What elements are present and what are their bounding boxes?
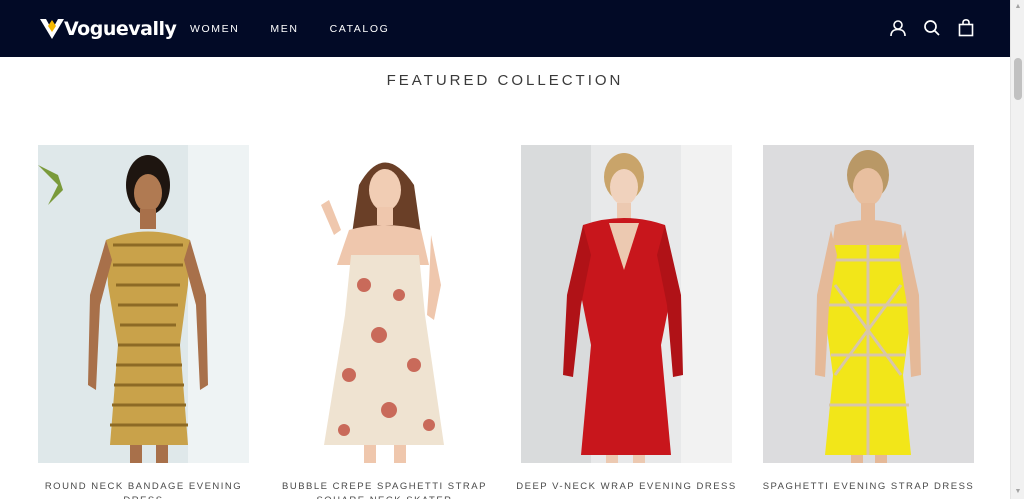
product-card[interactable]: SPAGHETTI EVENING STRAP DRESS — [763, 145, 974, 499]
product-grid: ROUND NECK BANDAGE EVENING DRESS — [38, 145, 974, 499]
scroll-up-icon[interactable]: ▲ — [1014, 3, 1022, 11]
site-header: Voguevally WOMEN MEN CATALOG — [0, 0, 1010, 57]
section-title: FEATURED COLLECTION — [386, 72, 624, 89]
brand-name: Voguevally — [64, 18, 177, 40]
product-card[interactable]: ROUND NECK BANDAGE EVENING DRESS — [38, 145, 249, 499]
product-title[interactable]: SPAGHETTI EVENING STRAP DRESS — [757, 480, 980, 494]
product-card[interactable]: DEEP V-NECK WRAP EVENING DRESS — [516, 145, 735, 499]
product-image[interactable] — [38, 145, 249, 463]
nav-item-catalog[interactable]: CATALOG — [330, 23, 390, 35]
product-title[interactable]: ROUND NECK BANDAGE EVENING DRESS — [32, 480, 255, 499]
cart-icon[interactable] — [956, 18, 976, 38]
header-icons — [888, 18, 976, 38]
main-nav: WOMEN MEN CATALOG — [190, 23, 389, 35]
product-card[interactable]: BUBBLE CREPE SPAGHETTI STRAP SQUARE NECK… — [279, 145, 490, 499]
product-title[interactable]: BUBBLE CREPE SPAGHETTI STRAP SQUARE NECK… — [273, 480, 496, 499]
search-icon[interactable] — [922, 18, 942, 38]
account-icon[interactable] — [888, 18, 908, 38]
page-scrollbar[interactable]: ▲ ▼ — [1010, 0, 1024, 499]
logo-mark-icon — [40, 19, 64, 39]
product-image[interactable] — [763, 145, 974, 463]
scroll-down-icon[interactable]: ▼ — [1014, 488, 1022, 496]
brand-logo[interactable]: Voguevally — [38, 16, 177, 42]
nav-item-men[interactable]: MEN — [270, 23, 298, 35]
scroll-thumb[interactable] — [1014, 58, 1022, 100]
nav-item-women[interactable]: WOMEN — [190, 23, 239, 35]
product-image[interactable] — [279, 145, 490, 463]
product-title[interactable]: DEEP V-NECK WRAP EVENING DRESS — [515, 480, 738, 494]
product-image[interactable] — [521, 145, 732, 463]
